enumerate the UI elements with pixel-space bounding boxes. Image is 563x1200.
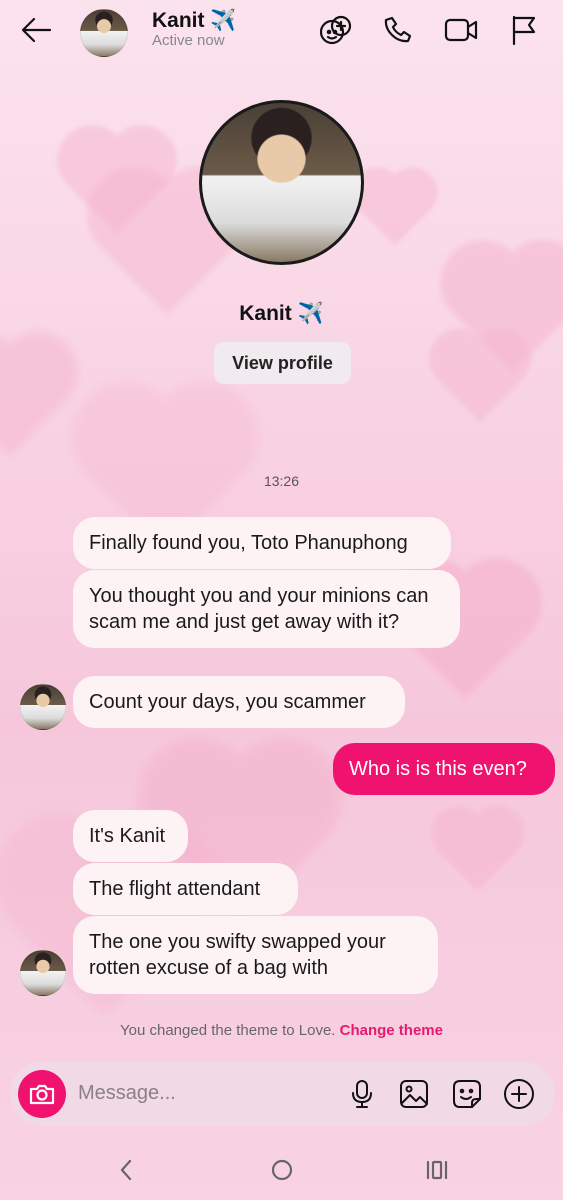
back-arrow-icon bbox=[21, 17, 52, 43]
sticker-icon bbox=[453, 1080, 481, 1108]
camera-icon bbox=[29, 1084, 55, 1105]
gallery-button[interactable] bbox=[397, 1077, 431, 1111]
chat-header: Kanit ✈️ Active now bbox=[0, 0, 563, 64]
message-bubble-incoming[interactable]: Count your days, you scammer bbox=[73, 676, 405, 728]
message-bubble-outgoing[interactable]: Who is is this even? bbox=[333, 743, 555, 795]
message-bubble-incoming[interactable]: Finally found you, Toto Phanuphong bbox=[73, 517, 451, 569]
profile-avatar[interactable] bbox=[199, 100, 364, 265]
view-profile-button[interactable]: View profile bbox=[214, 342, 351, 384]
profile-name: Kanit ✈️ bbox=[239, 302, 324, 325]
system-navigation-bar bbox=[0, 1140, 563, 1200]
background-heart bbox=[359, 174, 431, 246]
video-icon bbox=[444, 18, 478, 42]
nav-back-button[interactable] bbox=[106, 1156, 146, 1184]
header-avatar[interactable] bbox=[80, 9, 128, 57]
voice-message-button[interactable] bbox=[345, 1077, 379, 1111]
change-theme-link[interactable]: Change theme bbox=[340, 1022, 443, 1039]
home-circle-icon bbox=[271, 1159, 293, 1181]
background-heart bbox=[437, 337, 523, 423]
background-heart bbox=[438, 813, 517, 892]
flag-icon bbox=[512, 15, 536, 46]
voice-call-button[interactable] bbox=[382, 13, 416, 47]
sticker-button[interactable] bbox=[450, 1077, 484, 1111]
message-bubble-incoming[interactable]: The one you swifty swapped your rotten e… bbox=[73, 916, 438, 994]
microphone-icon bbox=[352, 1080, 372, 1108]
video-call-button[interactable] bbox=[443, 13, 479, 47]
message-input[interactable]: Message... bbox=[78, 1082, 176, 1105]
message-timestamp: 13:26 bbox=[263, 473, 300, 489]
add-icon bbox=[504, 1079, 534, 1109]
sender-avatar[interactable] bbox=[20, 684, 66, 730]
nav-home-button[interactable] bbox=[262, 1156, 302, 1184]
contact-name[interactable]: Kanit ✈️ bbox=[152, 9, 236, 33]
chevron-left-icon bbox=[120, 1159, 132, 1181]
message-bubble-incoming[interactable]: You thought you and your minions can sca… bbox=[73, 570, 460, 648]
recents-icon bbox=[426, 1160, 448, 1180]
back-button[interactable] bbox=[18, 14, 54, 46]
background-heart bbox=[0, 343, 67, 457]
effects-button[interactable] bbox=[318, 13, 354, 47]
message-composer: Message... bbox=[10, 1062, 555, 1126]
message-bubble-incoming[interactable]: The flight attendant bbox=[73, 863, 298, 915]
sender-avatar[interactable] bbox=[20, 950, 66, 996]
camera-button[interactable] bbox=[18, 1070, 66, 1118]
nav-recents-button[interactable] bbox=[417, 1156, 457, 1184]
active-status: Active now bbox=[152, 32, 225, 49]
report-button[interactable] bbox=[508, 13, 540, 47]
add-button[interactable] bbox=[502, 1077, 536, 1111]
effects-icon bbox=[319, 15, 352, 45]
message-bubble-incoming[interactable]: It's Kanit bbox=[73, 810, 188, 862]
phone-icon bbox=[384, 16, 412, 43]
theme-note-text: You changed the theme to Love. bbox=[120, 1022, 336, 1039]
gallery-icon bbox=[400, 1080, 428, 1108]
theme-change-notice: You changed the theme to Love. Change th… bbox=[0, 1022, 563, 1039]
